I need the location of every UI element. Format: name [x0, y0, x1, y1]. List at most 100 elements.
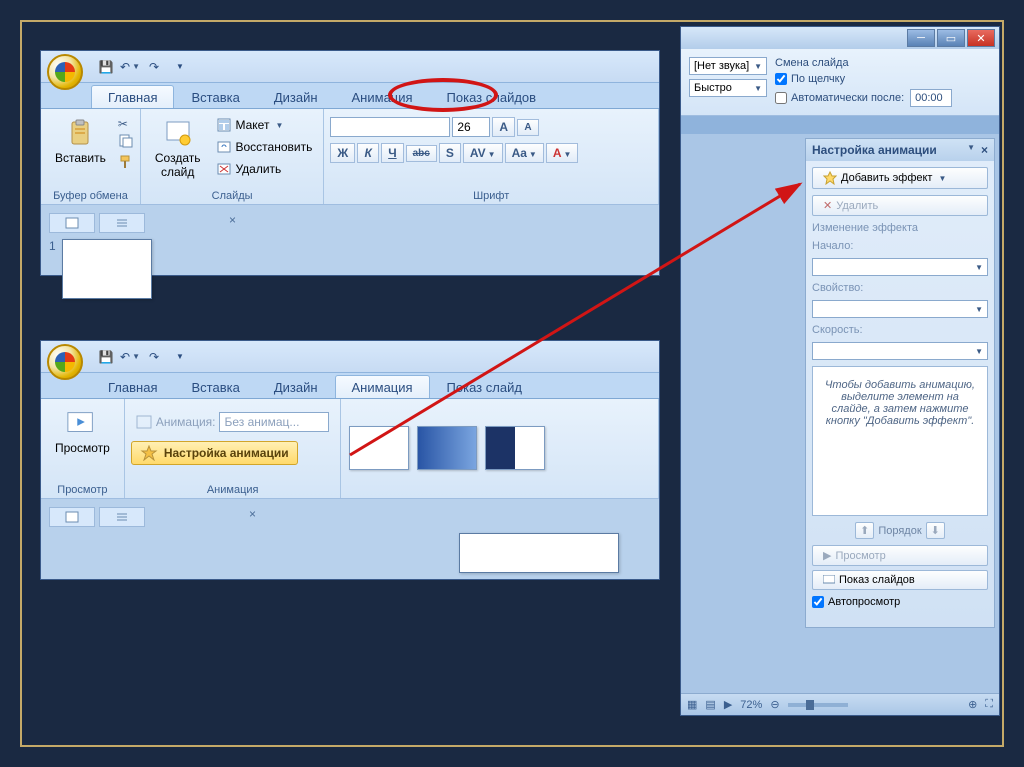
- format-painter-icon[interactable]: [118, 154, 134, 173]
- autoplay-checkbox[interactable]: Автопросмотр: [812, 596, 988, 608]
- spacing-button[interactable]: AV▼: [463, 143, 503, 163]
- spacing-label: AV: [470, 146, 486, 160]
- close-pane-icon-2[interactable]: ×: [249, 507, 256, 527]
- move-up-button[interactable]: ⬆: [855, 522, 874, 539]
- save-icon-2[interactable]: 💾: [97, 348, 115, 366]
- color-label: A: [553, 146, 562, 160]
- save-icon[interactable]: 💾: [97, 58, 115, 76]
- group-preview-label: Просмотр: [47, 482, 118, 498]
- paste-label: Вставить: [55, 151, 106, 165]
- taskpane-menu-icon[interactable]: ▼: [967, 143, 975, 157]
- tab-design-2[interactable]: Дизайн: [257, 375, 335, 398]
- zoom-out-icon[interactable]: ⊖: [770, 698, 779, 711]
- remove-effect-button[interactable]: ✕ Удалить: [812, 195, 988, 216]
- slides-tab-icon-2[interactable]: [49, 507, 95, 527]
- add-effect-button[interactable]: Добавить эффект▼: [812, 167, 988, 189]
- bold-button[interactable]: Ж: [330, 143, 355, 163]
- tab-insert-2[interactable]: Вставка: [174, 375, 256, 398]
- taskpane-close-icon[interactable]: ×: [981, 143, 988, 157]
- shadow-button[interactable]: S: [439, 143, 461, 163]
- on-click-label: По щелчку: [791, 73, 845, 85]
- zoom-slider[interactable]: [788, 703, 848, 707]
- tab-home[interactable]: Главная: [91, 85, 174, 108]
- zoom-in-icon[interactable]: ⊕: [968, 698, 977, 711]
- fit-icon[interactable]: ⛶: [985, 698, 993, 711]
- transition-controls: [Нет звука]▼ Быстро▼ Смена слайда По щел…: [681, 49, 999, 116]
- tab-animation-2[interactable]: Анимация: [335, 375, 430, 398]
- group-font-label: Шрифт: [330, 188, 652, 204]
- italic-button[interactable]: К: [357, 143, 379, 163]
- redo-icon-2[interactable]: ↷: [145, 348, 163, 366]
- move-down-button[interactable]: ⬇: [926, 522, 945, 539]
- redo-icon[interactable]: ↷: [145, 58, 163, 76]
- paste-button[interactable]: Вставить: [47, 113, 114, 169]
- transition-fade[interactable]: [417, 426, 477, 470]
- sorter-view-icon[interactable]: ▤: [705, 698, 715, 711]
- qat-dropdown-icon[interactable]: ▼: [171, 58, 189, 76]
- font-name-select[interactable]: [330, 117, 450, 137]
- tab-insert[interactable]: Вставка: [174, 85, 256, 108]
- change-case-button[interactable]: Aa▼: [505, 143, 544, 163]
- animation-preset-select[interactable]: Без анимац...: [219, 412, 329, 432]
- transition-speed-select[interactable]: Быстро▼: [689, 79, 767, 97]
- group-font: 26 A A Ж К Ч abc S AV▼ Aa▼ A▼ Шрифт: [324, 109, 659, 204]
- modify-label: Изменение эффекта: [812, 222, 988, 234]
- speed-select[interactable]: ▼: [812, 342, 988, 360]
- reset-button[interactable]: Восстановить: [212, 137, 317, 157]
- strike-button[interactable]: abc: [406, 145, 437, 162]
- delete-icon: [217, 162, 231, 176]
- preview-button[interactable]: Просмотр: [47, 403, 118, 459]
- gap: [681, 116, 999, 134]
- transition-none[interactable]: [349, 426, 409, 470]
- outline-tab-icon[interactable]: [99, 213, 145, 233]
- close-button[interactable]: ✕: [967, 29, 995, 47]
- slideshow-button[interactable]: Показ слайдов: [812, 570, 988, 590]
- outline-tab-icon-2[interactable]: [99, 507, 145, 527]
- slide-thumbnail-1[interactable]: [62, 239, 152, 299]
- property-select[interactable]: ▼: [812, 300, 988, 318]
- auto-after-checkbox[interactable]: Автоматически после: 00:00: [775, 89, 952, 107]
- group-slides: Создать слайд Макет▼ Восстановить Удалит…: [141, 109, 324, 204]
- minimize-button[interactable]: ─: [907, 29, 935, 47]
- play-button[interactable]: ▶ Просмотр: [812, 545, 988, 566]
- start-select[interactable]: ▼: [812, 258, 988, 276]
- tab-home-2[interactable]: Главная: [91, 375, 174, 398]
- font-color-button[interactable]: A▼: [546, 143, 579, 163]
- qat-dropdown-icon-2[interactable]: ▼: [171, 348, 189, 366]
- underline-button[interactable]: Ч: [381, 143, 403, 163]
- transition-sound-select[interactable]: [Нет звука]▼: [689, 57, 767, 75]
- undo-icon-2[interactable]: ↶▼: [121, 348, 139, 366]
- cut-icon[interactable]: ✂: [118, 117, 134, 131]
- close-pane-icon[interactable]: ×: [229, 213, 236, 233]
- group-clipboard-label: Буфер обмена: [47, 188, 134, 204]
- office-button[interactable]: [47, 54, 83, 90]
- slides-tab-icon[interactable]: [49, 213, 95, 233]
- tab-design[interactable]: Дизайн: [257, 85, 335, 108]
- undo-icon[interactable]: ↶▼: [121, 58, 139, 76]
- animation-preset-row: Анимация: Без анимац...: [131, 409, 335, 435]
- new-slide-button[interactable]: Создать слайд: [147, 113, 209, 183]
- slide-number: 1: [49, 239, 56, 253]
- tab-slideshow-2[interactable]: Показ слайд: [430, 375, 539, 398]
- speed-value: Быстро: [694, 82, 732, 94]
- copy-icon[interactable]: [118, 133, 134, 152]
- shrink-font-button[interactable]: A: [517, 119, 539, 136]
- ribbon-tabs-2: Главная Вставка Дизайн Анимация Показ сл…: [41, 373, 659, 399]
- layout-button[interactable]: Макет▼: [212, 115, 317, 135]
- normal-view-icon[interactable]: ▦: [687, 698, 697, 711]
- sound-value: [Нет звука]: [694, 60, 749, 72]
- slide-thumbnail-pane-2: ×: [41, 499, 659, 579]
- font-size-select[interactable]: 26: [452, 117, 490, 137]
- show-view-icon[interactable]: ▶: [724, 698, 732, 711]
- on-click-checkbox[interactable]: По щелчку: [775, 73, 952, 85]
- preview-icon: [66, 407, 98, 439]
- delete-button[interactable]: Удалить: [212, 159, 317, 179]
- maximize-button[interactable]: ▭: [937, 29, 965, 47]
- grow-font-button[interactable]: A: [492, 117, 515, 137]
- custom-animation-button[interactable]: Настройка анимации: [131, 441, 298, 465]
- remove-label: Удалить: [836, 200, 878, 212]
- auto-time-input[interactable]: 00:00: [910, 89, 952, 107]
- transition-cut[interactable]: [485, 426, 545, 470]
- group-animation-label: Анимация: [131, 482, 335, 498]
- office-button-2[interactable]: [47, 344, 83, 380]
